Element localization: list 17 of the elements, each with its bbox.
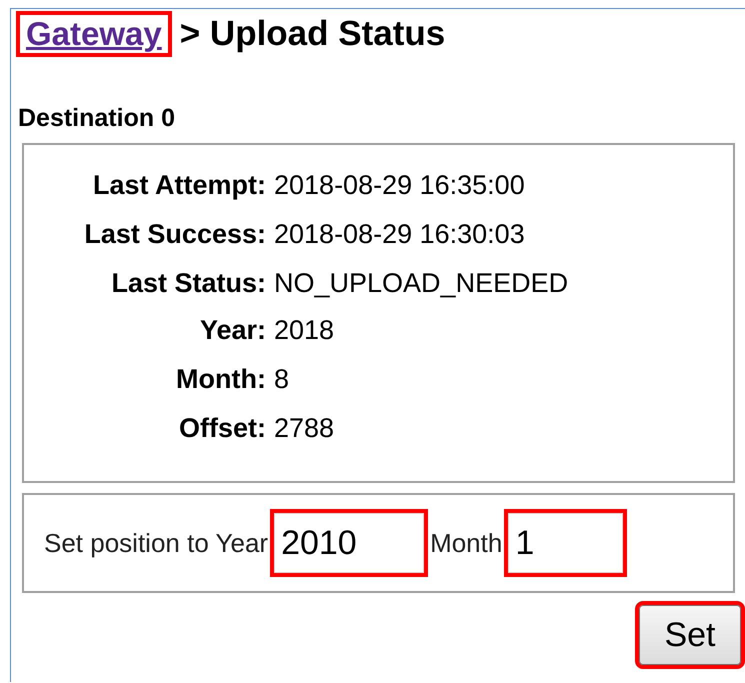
field-value: 8 <box>274 363 290 396</box>
field-value: NO_UPLOAD_NEEDED <box>274 267 570 300</box>
section-title: Destination 0 <box>18 104 176 133</box>
field-label: Month: <box>175 363 266 396</box>
field-label: Last Attempt: <box>92 169 266 202</box>
field-value: 2018 <box>274 314 336 347</box>
field-label: Year: <box>198 314 266 347</box>
field-label: Offset: <box>178 412 266 445</box>
field-label: Last Success: <box>83 218 266 251</box>
page-title: > Upload Status <box>180 14 446 54</box>
form-label: Month <box>430 528 502 558</box>
field-value: 2018-08-29 16:35:00 <box>274 169 526 202</box>
field-label: Last Status: <box>110 267 266 300</box>
form-label: Set position to Year <box>44 528 268 558</box>
field-value: 2018-08-29 16:30:03 <box>274 218 526 251</box>
field-value: 2788 <box>274 412 336 445</box>
breadcrumb-link[interactable]: Gateway <box>16 11 172 57</box>
